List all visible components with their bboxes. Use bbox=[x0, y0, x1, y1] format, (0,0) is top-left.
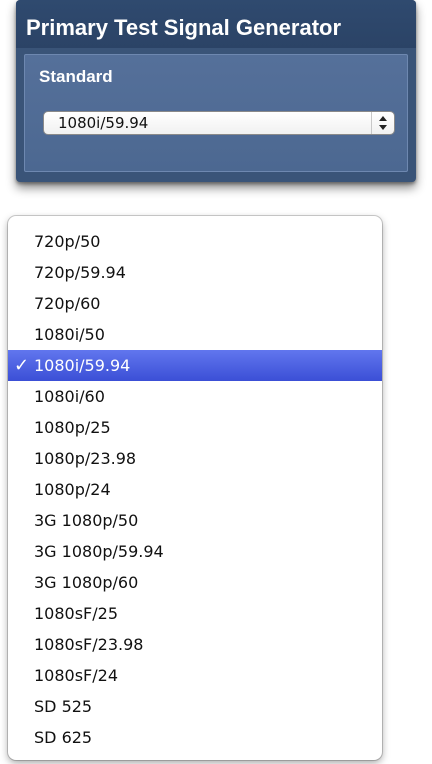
menu-item-label: 1080i/59.94 bbox=[34, 356, 131, 375]
checkmark-icon: ✓ bbox=[14, 355, 30, 376]
menu-item-label: 3G 1080p/50 bbox=[34, 511, 139, 530]
updown-arrows-icon bbox=[371, 112, 394, 134]
menu-item[interactable]: 720p/60 bbox=[8, 288, 382, 319]
signal-generator-panel: Primary Test Signal Generator Standard 1… bbox=[16, 0, 416, 182]
menu-item[interactable]: 3G 1080p/60 bbox=[8, 567, 382, 598]
standard-select-value: 1080i/59.94 bbox=[58, 114, 149, 132]
menu-item[interactable]: 1080i/60 bbox=[8, 381, 382, 412]
menu-item[interactable]: 1080p/24 bbox=[8, 474, 382, 505]
menu-item-label: 3G 1080p/59.94 bbox=[34, 542, 164, 561]
menu-item[interactable]: 3G 1080p/59.94 bbox=[8, 536, 382, 567]
menu-item-label: 1080i/60 bbox=[34, 387, 105, 406]
menu-item[interactable]: 1080sF/23.98 bbox=[8, 629, 382, 660]
menu-list: 720p/50 720p/59.94 720p/60 1080i/50 ✓ 108… bbox=[8, 226, 382, 753]
menu-item[interactable]: SD 525 bbox=[8, 691, 382, 722]
menu-item-label: 1080p/23.98 bbox=[34, 449, 137, 468]
standard-select[interactable]: 1080i/59.94 bbox=[43, 111, 395, 135]
menu-item-label: 1080sF/24 bbox=[34, 666, 119, 685]
menu-item[interactable]: 720p/50 bbox=[8, 226, 382, 257]
menu-item-label: 1080sF/25 bbox=[34, 604, 119, 623]
standard-group: Standard 1080i/59.94 bbox=[24, 54, 408, 172]
menu-item[interactable]: 3G 1080p/50 bbox=[8, 505, 382, 536]
menu-item-label: 720p/60 bbox=[34, 294, 101, 313]
menu-item-label: 720p/50 bbox=[34, 232, 101, 251]
menu-item[interactable]: 1080p/23.98 bbox=[8, 443, 382, 474]
menu-item-label: SD 525 bbox=[34, 697, 93, 716]
menu-item[interactable]: 1080sF/25 bbox=[8, 598, 382, 629]
menu-item-label: 1080p/25 bbox=[34, 418, 111, 437]
menu-item[interactable]: 720p/59.94 bbox=[8, 257, 382, 288]
standard-dropdown-menu: 720p/50 720p/59.94 720p/60 1080i/50 ✓ 108… bbox=[8, 216, 382, 760]
standard-label: Standard bbox=[39, 67, 113, 86]
menu-item-selected[interactable]: ✓ 1080i/59.94 bbox=[8, 350, 382, 381]
menu-item[interactable]: SD 625 bbox=[8, 722, 382, 753]
panel-title: Primary Test Signal Generator bbox=[16, 0, 416, 48]
menu-item[interactable]: 1080p/25 bbox=[8, 412, 382, 443]
menu-item[interactable]: 1080sF/24 bbox=[8, 660, 382, 691]
menu-item-label: 1080sF/23.98 bbox=[34, 635, 144, 654]
menu-item-label: 720p/59.94 bbox=[34, 263, 126, 282]
menu-item-label: 1080p/24 bbox=[34, 480, 111, 499]
menu-item[interactable]: 1080i/50 bbox=[8, 319, 382, 350]
menu-item-label: SD 625 bbox=[34, 728, 93, 747]
menu-item-label: 1080i/50 bbox=[34, 325, 105, 344]
menu-item-label: 3G 1080p/60 bbox=[34, 573, 139, 592]
